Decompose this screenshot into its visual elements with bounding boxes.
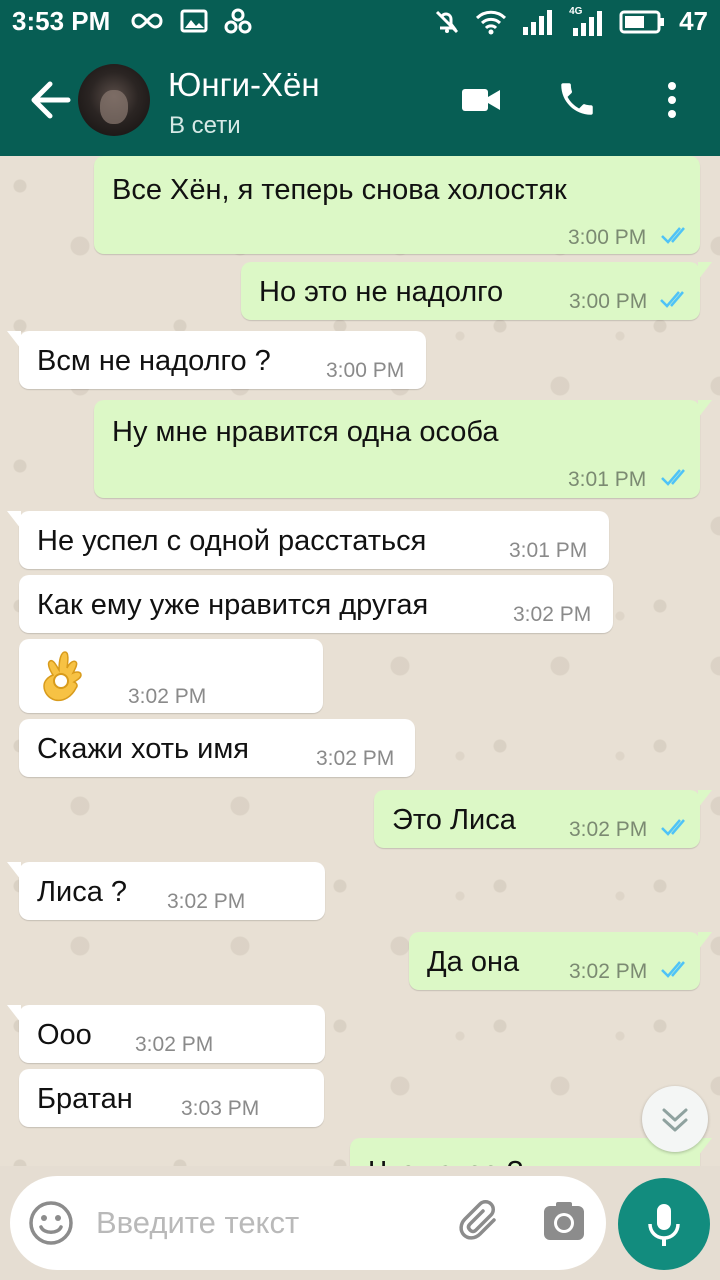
- mic-icon: [648, 1204, 680, 1246]
- attach-button[interactable]: [458, 1198, 508, 1248]
- message-text: Ну мне нравится одна особа: [112, 416, 499, 448]
- read-ticks-icon: [661, 819, 685, 836]
- message-time: 3:02 PM: [135, 1033, 214, 1056]
- message-time: 3:02 PM: [316, 747, 395, 770]
- message-text: Ооо: [37, 1019, 92, 1051]
- message-time: 3:02 PM: [128, 685, 207, 708]
- message-bubble-outgoing[interactable]: Все Хён, я теперь снова холостяк 3:00 PM: [94, 156, 700, 254]
- chevron-down-icon: [662, 1108, 688, 1132]
- message-bubble-outgoing[interactable]: Но это не надолго 3:00 PM: [241, 262, 712, 320]
- camera-icon: [544, 1202, 584, 1240]
- message-bubble-incoming[interactable]: Братан 3:03 PM: [19, 1069, 324, 1127]
- message-time: 3:03 PM: [181, 1097, 260, 1120]
- status-bar: 3:53 PM 4G 47: [0, 0, 720, 44]
- composer-bar: [0, 1166, 720, 1280]
- message-bubble-incoming[interactable]: 3:02 PM: [19, 639, 323, 713]
- read-ticks-icon: [660, 291, 684, 308]
- video-call-icon: [462, 89, 500, 111]
- read-ticks-icon: [661, 961, 685, 978]
- avatar[interactable]: [78, 64, 150, 136]
- emoji-button[interactable]: [28, 1200, 74, 1246]
- phone-icon: [561, 83, 593, 115]
- message-text: Да она: [427, 946, 520, 978]
- message-input-container: [10, 1176, 606, 1270]
- message-text: Все Хён, я теперь снова холостяк: [112, 174, 567, 206]
- emoji-icon: [29, 1201, 73, 1245]
- battery-level: 47: [679, 6, 708, 36]
- message-text: Это Лиса: [392, 804, 516, 836]
- voice-record-button[interactable]: [618, 1178, 710, 1270]
- message-text: Скажи хоть имя: [37, 733, 250, 765]
- message-input[interactable]: [96, 1200, 436, 1246]
- message-time: 3:02 PM: [569, 818, 648, 841]
- message-bubble-outgoing[interactable]: Ну мне нравится одна особа 3:01 PM: [94, 400, 712, 498]
- contact-status: В сети: [169, 112, 241, 139]
- back-arrow-icon: [31, 81, 71, 119]
- message-time: 3:01 PM: [568, 468, 647, 491]
- message-text: Всм не надолго ?: [37, 345, 271, 377]
- read-ticks-icon: [661, 469, 685, 486]
- message-time: 3:02 PM: [513, 603, 592, 626]
- message-bubble-incoming[interactable]: Не успел с одной расстаться 3:01 PM: [7, 511, 609, 569]
- ok-hand-emoji-icon: [43, 651, 82, 702]
- message-text: Не успел с одной расстаться: [37, 525, 427, 557]
- message-bubble-incoming[interactable]: Как ему уже нравится другая 3:02 PM: [19, 575, 613, 633]
- more-options-button[interactable]: [660, 80, 684, 120]
- message-text: Братан: [37, 1083, 133, 1115]
- attach-icon: [459, 1200, 496, 1240]
- message-bubble-incoming[interactable]: Лиса ? 3:02 PM: [7, 862, 325, 920]
- wifi-icon: [476, 10, 507, 34]
- message-text: Но это не надолго: [259, 276, 504, 308]
- app-notification-icon: [224, 8, 252, 34]
- voice-call-button[interactable]: [556, 78, 598, 120]
- camera-button[interactable]: [542, 1200, 586, 1244]
- message-time: 3:00 PM: [568, 226, 647, 249]
- message-bubble-outgoing[interactable]: Да она 3:02 PM: [409, 932, 712, 990]
- infinity-icon: [131, 13, 163, 29]
- read-ticks-icon: [661, 227, 685, 244]
- message-list[interactable]: Все Хён, я теперь снова холостяк 3:00 PM…: [0, 156, 720, 1166]
- gallery-icon: [180, 9, 208, 33]
- video-call-button[interactable]: [460, 84, 502, 116]
- message-bubble-incoming[interactable]: Скажи хоть имя 3:02 PM: [19, 719, 415, 777]
- message-text: Как ему уже нравится другая: [37, 589, 429, 621]
- scroll-to-bottom-button[interactable]: [642, 1086, 708, 1152]
- more-vert-icon: [668, 82, 676, 118]
- contact-name[interactable]: Юнги-Хён: [168, 66, 320, 104]
- signal-icon-2: [573, 10, 603, 36]
- message-time: 3:00 PM: [569, 290, 648, 313]
- message-time: 3:02 PM: [569, 960, 648, 983]
- message-bubble-outgoing[interactable]: Это Лиса 3:02 PM: [374, 790, 712, 848]
- mute-icon: [436, 10, 459, 33]
- message-text: Лиса ?: [37, 876, 128, 908]
- back-button[interactable]: [28, 80, 72, 120]
- status-time: 3:53 PM: [12, 6, 111, 36]
- battery-icon: [619, 10, 665, 33]
- message-time: 3:01 PM: [509, 539, 588, 562]
- message-bubble-incoming[interactable]: Ооо 3:02 PM: [7, 1005, 325, 1063]
- message-text: Что такое ?: [368, 1156, 523, 1166]
- message-time: 3:02 PM: [167, 890, 246, 913]
- message-time: 3:00 PM: [326, 359, 405, 382]
- message-bubble-incoming[interactable]: Всм не надолго ? 3:00 PM: [7, 331, 426, 389]
- signal-icon: [523, 9, 553, 35]
- chat-header: Юнги-Хён В сети: [0, 44, 720, 156]
